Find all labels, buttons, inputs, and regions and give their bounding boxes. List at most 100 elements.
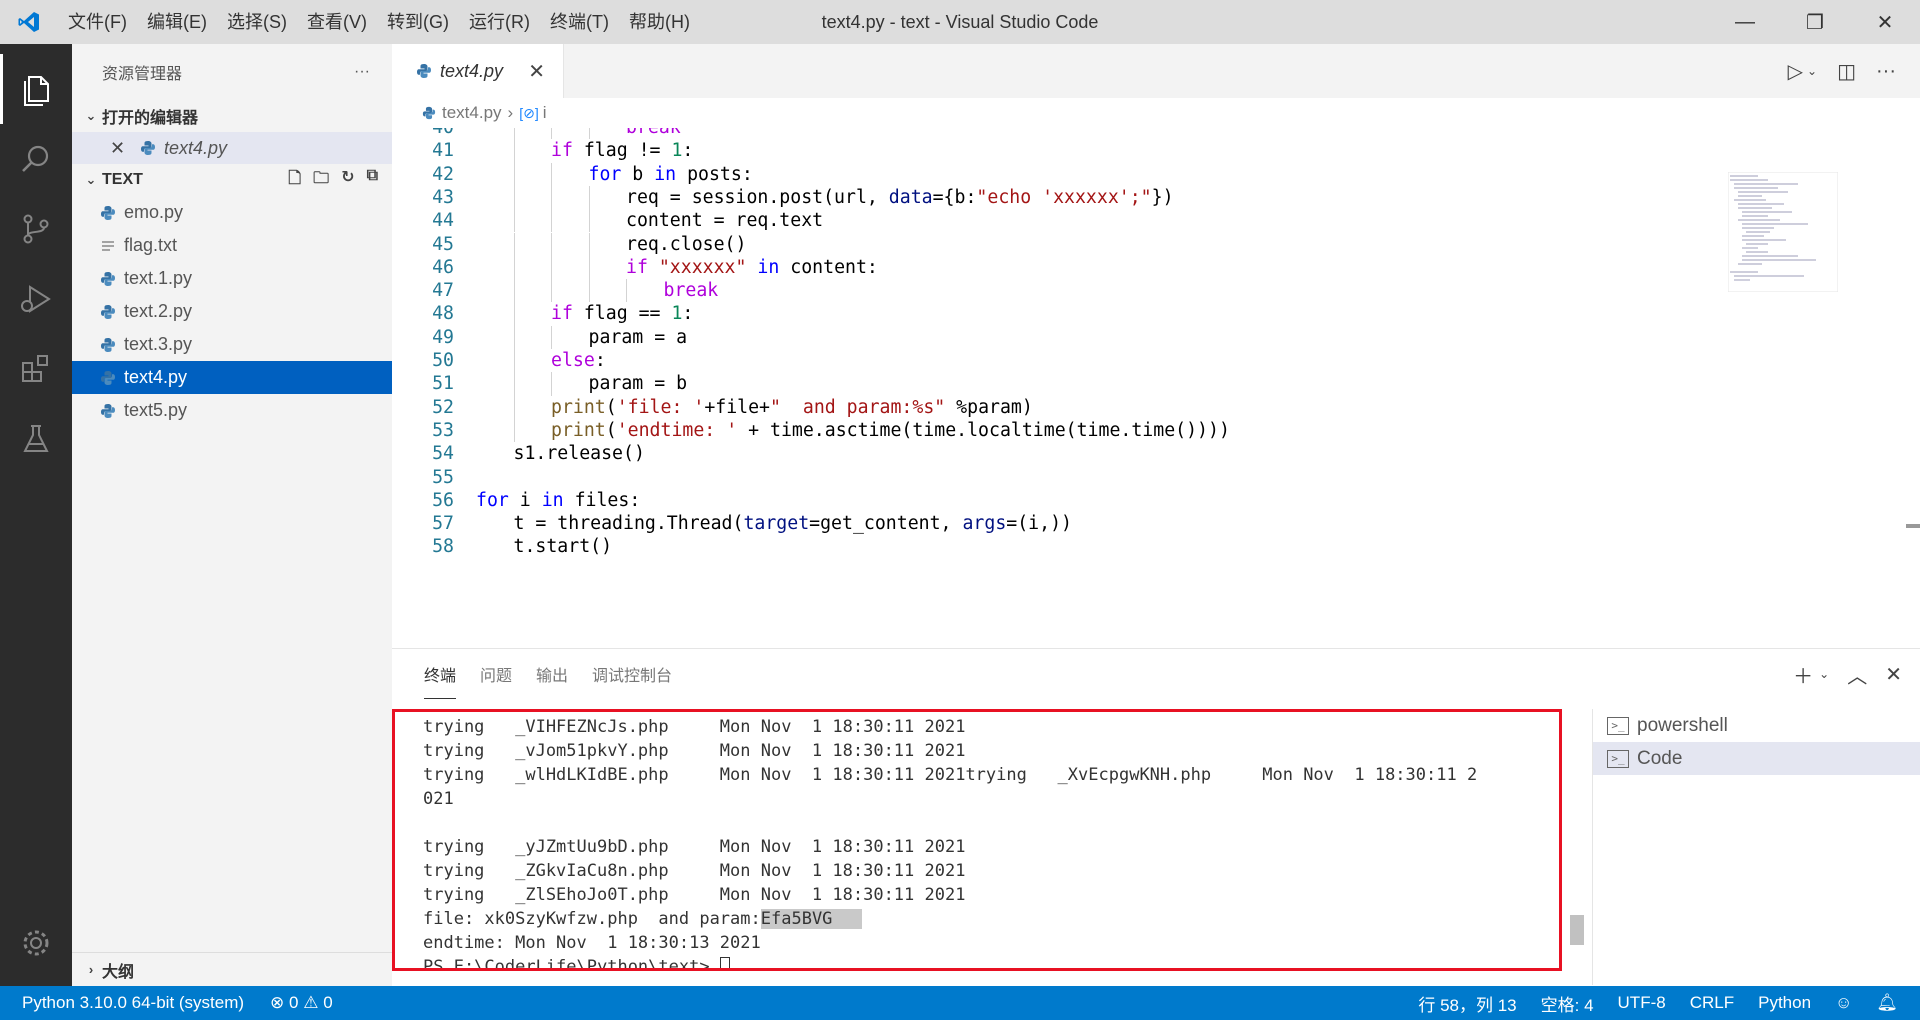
notifications-bell-icon[interactable]: 🔔︎ — [1876, 993, 1898, 1013]
panel-tab[interactable]: 输出 — [536, 650, 568, 698]
feedback-icon[interactable]: ☺ — [1835, 993, 1852, 1013]
folder-section[interactable]: ⌄ TEXT 🗋 🗀 ↻ ⧉ — [72, 164, 392, 196]
line-ending[interactable]: CRLF — [1690, 993, 1734, 1013]
minimize-icon[interactable]: — — [1710, 0, 1780, 44]
menu-item[interactable]: 编辑(E) — [137, 0, 217, 44]
scrollbar-indicator[interactable] — [1906, 524, 1920, 528]
code-text: t = threading.Thread(target=get_content,… — [513, 513, 1072, 535]
selected-param-value: Efa5BVG — [760, 909, 833, 929]
chevron-down-icon[interactable]: ⌄ — [1819, 667, 1829, 681]
code-line: 48 if flag == 1: — [392, 302, 1775, 326]
open-editor-item[interactable]: ✕ text4.py — [72, 132, 392, 164]
file-item[interactable]: text5.py — [72, 394, 392, 427]
menu-item[interactable]: 运行(R) — [459, 0, 540, 44]
extensions-icon[interactable] — [0, 334, 72, 404]
breadcrumb-file[interactable]: text4.py — [442, 103, 502, 123]
terminal-prompt[interactable]: PS E:\CoderLife\Python\text> — [395, 955, 1559, 968]
breadcrumb-symbol[interactable]: i — [543, 103, 547, 123]
new-terminal-icon[interactable]: ＋ — [1793, 660, 1813, 689]
code-line: 42 for b in posts: — [392, 162, 1775, 186]
more-actions-icon[interactable]: ··· — [354, 63, 370, 81]
file-item[interactable]: text.2.py — [72, 295, 392, 328]
indent-guide — [588, 232, 590, 256]
line-number: 49 — [432, 326, 454, 348]
source-control-icon[interactable] — [0, 194, 72, 264]
open-editors-section[interactable]: ⌄ 打开的编辑器 — [72, 100, 392, 132]
indent-guide — [513, 209, 515, 233]
terminal-line: trying _ZlSEhoJo0T.php Mon Nov 1 18:30:1… — [423, 885, 966, 905]
restore-icon[interactable]: ❐ — [1780, 0, 1850, 44]
collapse-all-icon[interactable]: ⧉ — [367, 167, 378, 194]
code-editor[interactable]: 40break41if flag != 1:42for b in posts:4… — [392, 128, 1775, 648]
code-line: 56 for i in files: — [392, 489, 1775, 512]
indentation[interactable]: 空格: 4 — [1541, 991, 1594, 1016]
line-number: 43 — [432, 186, 454, 208]
new-folder-icon[interactable]: 🗀 — [313, 167, 329, 194]
cursor-position[interactable]: 行 58，列 13 — [1418, 991, 1516, 1016]
file-item[interactable]: text.3.py — [72, 328, 392, 361]
chevron-right-icon: › — [88, 962, 94, 977]
close-window-icon[interactable]: ✕ — [1850, 0, 1920, 44]
line-number: 44 — [432, 210, 454, 232]
vscode-logo-icon — [0, 0, 58, 44]
menu-bar: 文件(F) 编辑(E) 选择(S) 查看(V) 转到(G) 运行(R) 终端(T) 帮助(H) — [58, 0, 700, 44]
menu-item[interactable]: 文件(F) — [58, 0, 137, 44]
encoding[interactable]: UTF-8 — [1618, 993, 1666, 1013]
panel-tab[interactable]: 问题 — [480, 650, 512, 698]
menu-item[interactable]: 查看(V) — [297, 0, 377, 44]
python-file-icon — [136, 140, 160, 156]
code-line: 51 param = b — [392, 372, 1775, 396]
terminal-instance[interactable]: >_ powershell — [1593, 709, 1920, 742]
new-file-icon[interactable]: 🗋 — [288, 167, 301, 194]
terminal-line: file: xk0SzyKwfzw.php and param:Efa5BVG — [395, 907, 1559, 931]
menu-item[interactable]: 选择(S) — [217, 0, 297, 44]
file-label: text.2.py — [124, 301, 193, 321]
panel-tab[interactable]: 终端 — [424, 650, 457, 699]
menu-item[interactable]: 终端(T) — [540, 0, 619, 44]
file-item[interactable]: emo.py — [72, 196, 392, 229]
file-item[interactable]: text.1.py — [72, 262, 392, 295]
run-debug-icon[interactable] — [0, 264, 72, 334]
menu-item[interactable]: 转到(G) — [377, 0, 459, 44]
minimap[interactable] — [1727, 171, 1839, 293]
more-actions-icon[interactable]: ··· — [1876, 60, 1896, 83]
language-mode[interactable]: Python — [1758, 993, 1811, 1013]
code-text: if "xxxxxx" in content: — [626, 256, 878, 278]
open-editors-label: 打开的编辑器 — [102, 110, 199, 127]
python-interpreter[interactable]: Python 3.10.0 64-bit (system) — [22, 993, 244, 1013]
file-item[interactable]: flag.txt — [72, 229, 392, 262]
settings-gear-icon[interactable] — [0, 908, 72, 978]
terminal-instance[interactable]: >_ Code — [1593, 742, 1920, 775]
close-tab-icon[interactable]: ✕ — [528, 59, 545, 84]
maximize-panel-icon[interactable]: ︿ — [1847, 660, 1867, 689]
testing-flask-icon[interactable] — [0, 404, 72, 474]
close-icon[interactable]: ✕ — [110, 138, 130, 159]
outline-section[interactable]: › 大纲 — [72, 952, 392, 986]
refresh-icon[interactable]: ↻ — [341, 167, 354, 194]
terminal-output[interactable]: trying _VIHFEZNcJs.php Mon Nov 1 18:30:1… — [392, 709, 1562, 971]
code-line: 55 — [392, 466, 1775, 489]
indent-guide — [513, 418, 515, 443]
status-bar: Python 3.10.0 64-bit (system) ⊗ 0 ⚠ 0 行 … — [0, 986, 1920, 1020]
python-file-icon — [420, 106, 438, 120]
terminal-scrollbar[interactable] — [1570, 915, 1584, 945]
indent-guide — [588, 185, 590, 210]
run-file-icon[interactable]: ▷ — [1788, 59, 1803, 84]
code-text: break — [626, 128, 681, 139]
problems-indicator[interactable]: ⊗ 0 ⚠ 0 — [270, 993, 333, 1013]
split-editor-icon[interactable]: ◫ — [1837, 59, 1856, 84]
terminal-icon: >_ — [1607, 716, 1629, 735]
outline-label: 大纲 — [102, 963, 135, 981]
tab-text4-py[interactable]: text4.py ✕ — [392, 44, 564, 98]
code-text: t.start() — [513, 536, 613, 558]
file-item[interactable]: text4.py — [72, 361, 392, 394]
line-number: 54 — [432, 443, 454, 465]
search-icon[interactable] — [0, 124, 72, 194]
explorer-sidebar: 资源管理器 ··· ⌄ 打开的编辑器 ✕ text4.py ⌄ TEXT 🗋 🗀… — [72, 44, 392, 986]
chevron-down-icon[interactable]: ⌄ — [1807, 64, 1817, 78]
code-line: 43 req = session.post(url, data={b:"echo … — [392, 185, 1775, 210]
explorer-icon[interactable] — [0, 54, 72, 124]
menu-item[interactable]: 帮助(H) — [619, 0, 700, 44]
panel-tab[interactable]: 调试控制台 — [592, 650, 672, 698]
close-panel-icon[interactable]: ✕ — [1885, 662, 1902, 687]
